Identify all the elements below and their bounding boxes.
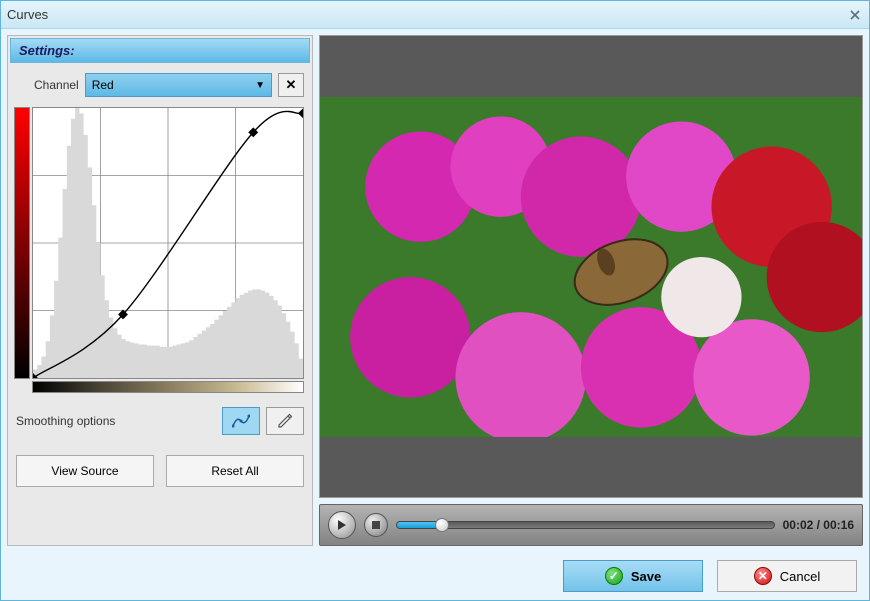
vertical-gradient (14, 107, 30, 379)
reset-all-button[interactable]: Reset All (166, 455, 304, 487)
window-title: Curves (7, 7, 847, 22)
channel-value: Red (92, 78, 114, 92)
smooth-curve-icon (232, 414, 250, 428)
smoothing-label: Smoothing options (16, 414, 216, 428)
preview-panel: 00:02 / 00:16 (319, 35, 863, 546)
channel-label: Channel (34, 78, 79, 92)
stop-icon (372, 521, 380, 529)
content-area: Settings: Channel Red ▼ ✕ Smoothing (1, 29, 869, 552)
save-button[interactable]: ✓ Save (563, 560, 703, 592)
view-source-button[interactable]: View Source (16, 455, 154, 487)
time-display: 00:02 / 00:16 (783, 518, 854, 532)
smoothing-row: Smoothing options (10, 393, 310, 449)
settings-panel: Settings: Channel Red ▼ ✕ Smoothing (7, 35, 313, 546)
pencil-icon (277, 413, 293, 429)
curves-area (10, 107, 310, 379)
stop-button[interactable] (364, 513, 388, 537)
close-icon[interactable] (847, 7, 863, 23)
smooth-curve-button[interactable] (222, 407, 260, 435)
clear-channel-button[interactable]: ✕ (278, 73, 304, 97)
channel-row: Channel Red ▼ ✕ (10, 63, 310, 107)
seek-bar[interactable] (396, 521, 775, 529)
curves-dialog: Curves Settings: Channel Red ▼ ✕ (0, 0, 870, 601)
preview-box (319, 35, 863, 498)
freehand-button[interactable] (266, 407, 304, 435)
check-icon: ✓ (605, 567, 623, 585)
seek-thumb[interactable] (435, 518, 449, 532)
play-button[interactable] (328, 511, 356, 539)
cancel-icon: ✕ (754, 567, 772, 585)
save-label: Save (631, 569, 661, 584)
play-icon (337, 519, 347, 531)
preview-image (320, 97, 862, 437)
settings-header: Settings: (10, 38, 310, 63)
chevron-down-icon: ▼ (255, 80, 265, 91)
curves-editor[interactable] (32, 107, 304, 379)
channel-select[interactable]: Red ▼ (85, 73, 272, 97)
player-bar: 00:02 / 00:16 (319, 504, 863, 546)
cancel-button[interactable]: ✕ Cancel (717, 560, 857, 592)
horizontal-gradient (32, 381, 304, 393)
titlebar: Curves (1, 1, 869, 29)
cancel-label: Cancel (780, 569, 820, 584)
action-buttons: View Source Reset All (10, 449, 310, 493)
x-icon: ✕ (286, 77, 297, 93)
footer: ✓ Save ✕ Cancel (1, 552, 869, 600)
